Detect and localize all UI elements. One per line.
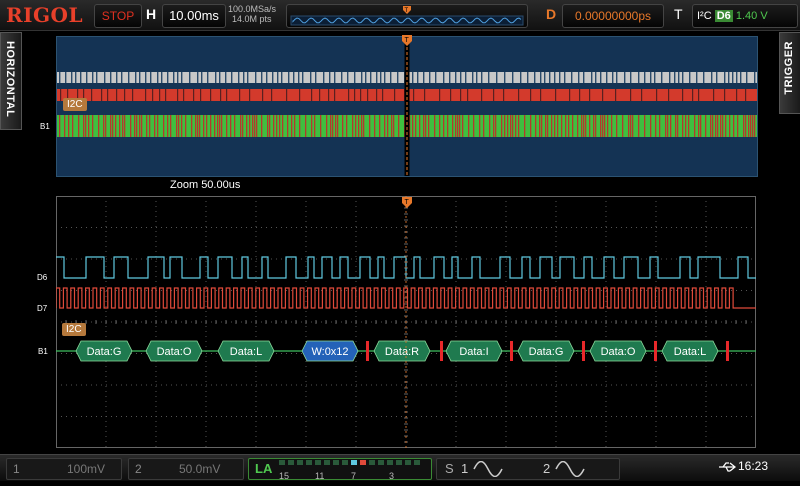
decoded-packet-label: W:0x12 (311, 346, 348, 358)
overview-waveforms (57, 37, 757, 176)
bottom-status-bar: 1 100mV 2 50.0mV LA 15 11 7 3 S 1 2 16:2… (0, 454, 800, 481)
svg-text:T: T (405, 8, 409, 14)
svg-text:T: T (405, 199, 410, 206)
main-bus-label[interactable]: B1 (38, 347, 48, 356)
svg-text:T: T (405, 37, 410, 44)
decoded-packet-label: Data:L (230, 346, 262, 358)
ack-marker (582, 341, 585, 361)
la-num-15: 15 (279, 471, 290, 481)
horizontal-label: H (146, 6, 157, 22)
zoom-timebase-label: Zoom 50.00us (170, 179, 240, 191)
trigger-status[interactable]: I²C D6 1.40 V (692, 4, 798, 28)
ack-marker (510, 341, 513, 361)
la-num-3: 3 (389, 471, 395, 481)
horizontal-tab-label: HORIZONTAL (4, 41, 16, 118)
la-num-7: 7 (351, 471, 357, 481)
ch1-scale: 100mV (67, 462, 106, 476)
usb-icon (719, 462, 736, 472)
sine-wave-icon (473, 461, 503, 477)
decoded-packet-label: Data:G (529, 346, 564, 358)
main-waveform-area[interactable]: Data:G Data:O Data:L W:0x12 Data:R Data:I Data… (55, 195, 757, 449)
decoded-packet-label: Data:O (601, 346, 636, 358)
source2-number: 2 (543, 461, 551, 476)
zoom-overview-window[interactable]: I2C (56, 36, 758, 177)
rigol-logo: RIGOL (6, 3, 84, 27)
trigger-type: I²C (697, 10, 712, 22)
sample-rate: 100.0MSa/s (228, 4, 277, 14)
overview-i2c-tag: I2C (63, 98, 87, 111)
acquisition-info: 100.0MSa/s 14.0M pts (228, 4, 276, 24)
top-status-bar: RIGOL STOP H 10.00ms 100.0MSa/s 14.0M pt… (0, 0, 800, 31)
la-status[interactable]: LA 15 11 7 3 (248, 458, 432, 481)
la-label: LA (255, 461, 273, 476)
memory-depth: 14.0M pts (232, 14, 272, 24)
horizontal-side-tab[interactable]: HORIZONTAL (0, 32, 22, 130)
decoded-packet-label: Data:I (459, 346, 488, 358)
ack-marker (366, 341, 369, 361)
ch1-number: 1 (13, 462, 20, 476)
trigger-side-tab[interactable]: TRIGGER (779, 32, 800, 114)
timebase-value[interactable]: 10.00ms (162, 4, 226, 28)
memory-overview-bar: T (286, 4, 528, 28)
source-label: S (445, 461, 454, 476)
decoded-packet-label: Data:L (674, 346, 706, 358)
trigger-tab-label: TRIGGER (783, 41, 795, 95)
ack-marker (726, 341, 729, 361)
main-trigger-marker-icon: T (402, 197, 412, 208)
delay-label: D (546, 6, 557, 22)
ch2-scale: 50.0mV (179, 462, 221, 476)
ch2-number: 2 (135, 462, 142, 476)
decoded-packet-label: Data:R (385, 346, 419, 358)
zoom-label: Zoom (170, 179, 199, 191)
ch1-status[interactable]: 1 100mV (6, 458, 122, 480)
main-waveforms: Data:G Data:O Data:L W:0x12 Data:R Data:I Data… (55, 195, 757, 449)
delay-value[interactable]: 0.00000000ps (562, 4, 664, 28)
run-stop-indicator[interactable]: STOP (94, 4, 142, 28)
decoded-packet-label: Data:O (157, 346, 192, 358)
memory-waveform-icon: T (290, 6, 524, 26)
ack-marker (440, 341, 443, 361)
trigger-label: T (674, 6, 683, 22)
overview-bus-label: B1 (40, 122, 50, 131)
decoded-packet-label: Data:G (87, 346, 122, 358)
main-i2c-tag: I2C (62, 323, 86, 336)
trigger-level: 1.40 V (735, 10, 768, 22)
ack-marker (654, 341, 657, 361)
sine-wave-icon (555, 461, 585, 477)
clock: 16:23 (738, 459, 769, 473)
trigger-source: D6 (714, 10, 733, 22)
zoom-value: 50.00us (201, 179, 241, 191)
ch2-status[interactable]: 2 50.0mV (128, 458, 244, 480)
overview-trigger-marker-icon: T (402, 35, 412, 46)
la-num-11: 11 (315, 471, 325, 481)
d6-channel-label[interactable]: D6 (37, 273, 47, 282)
source-status[interactable]: S 1 2 (436, 458, 620, 480)
source1-number: 1 (461, 461, 469, 476)
d7-channel-label[interactable]: D7 (37, 304, 47, 313)
